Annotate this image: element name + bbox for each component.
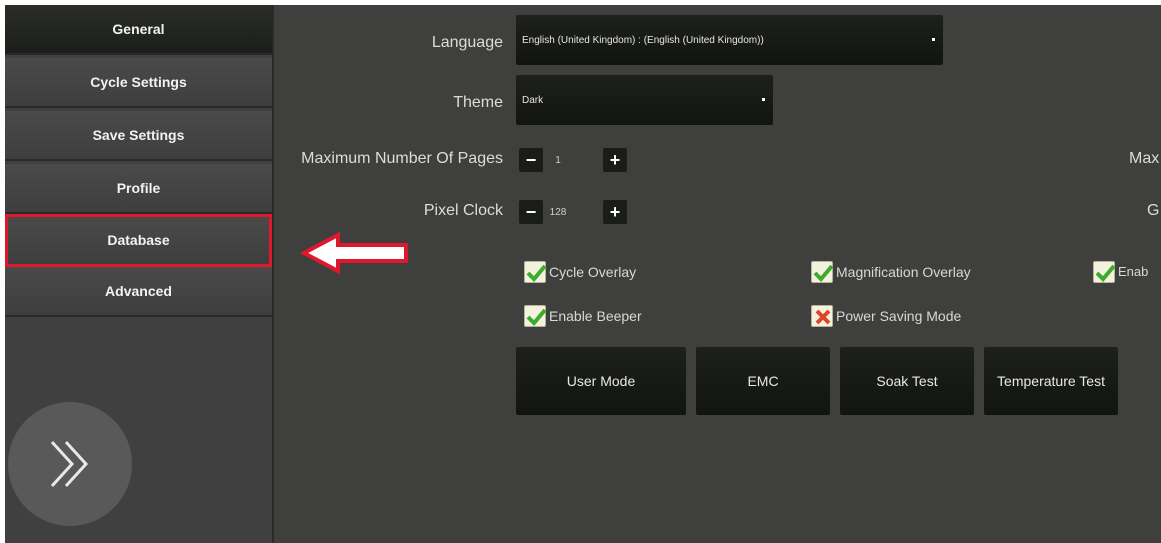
sidebar-item-label: General [112, 21, 165, 37]
sidebar-item-label: Database [107, 231, 170, 248]
checkmark-icon [526, 264, 547, 282]
power-saving-mode-label: Power Saving Mode [836, 308, 962, 324]
cycle-overlay-label: Cycle Overlay [549, 264, 637, 280]
enable-beeper-label: Enable Beeper [549, 308, 642, 324]
cycle-overlay-checkbox[interactable] [524, 261, 547, 283]
sidebar: General Cycle Settings Save Settings Pro… [5, 5, 274, 543]
sidebar-item-label: Advanced [105, 283, 172, 299]
user-mode-button[interactable]: User Mode [516, 347, 686, 415]
sidebar-item-label: Cycle Settings [90, 74, 187, 90]
enable-beeper-checkbox[interactable] [524, 305, 547, 327]
max-pages-increment-button[interactable]: + [603, 148, 627, 172]
expand-sidebar-button[interactable] [8, 402, 132, 526]
double-chevron-right-icon [50, 440, 89, 488]
power-saving-mode-checkbox[interactable] [811, 305, 833, 327]
cross-icon [815, 309, 831, 325]
pixel-clock-increment-button[interactable]: + [603, 200, 627, 224]
enable-checkbox[interactable] [1093, 261, 1116, 283]
sidebar-item-label: Profile [116, 180, 161, 196]
truncated-label-g: G [1147, 202, 1160, 219]
dropdown-caret-icon [762, 98, 765, 101]
checkmark-icon [526, 308, 547, 326]
theme-label: Theme [453, 94, 503, 111]
dropdown-caret-icon [932, 38, 935, 41]
temperature-test-button[interactable]: Temperature Test [984, 347, 1118, 415]
settings-window: General Cycle Settings Save Settings Pro… [5, 5, 1161, 543]
sidebar-item-advanced[interactable]: Advanced [5, 267, 272, 317]
sidebar-item-cycle-settings[interactable]: Cycle Settings [5, 58, 272, 108]
language-value: English (United Kingdom) : (English (Uni… [522, 34, 764, 46]
pixel-clock-label: Pixel Clock [423, 202, 503, 219]
sidebar-item-label: Save Settings [92, 127, 185, 143]
magnification-overlay-label: Magnification Overlay [836, 264, 971, 280]
theme-dropdown[interactable]: Dark [516, 75, 773, 125]
sidebar-item-general[interactable]: General [5, 5, 272, 55]
max-pages-label: Maximum Number Of Pages [301, 150, 503, 167]
max-pages-value: 1 [555, 155, 561, 166]
checkmark-icon [1095, 264, 1116, 282]
truncated-label-max: Max [1129, 150, 1160, 167]
language-dropdown[interactable]: English (United Kingdom) : (English (Uni… [516, 15, 943, 65]
enable-truncated-label: Enab [1118, 264, 1149, 279]
sidebar-item-database[interactable]: Database [5, 214, 272, 267]
emc-button[interactable]: EMC [696, 347, 830, 415]
magnification-overlay-checkbox[interactable] [811, 261, 834, 283]
pixel-clock-value: 128 [549, 207, 567, 218]
language-label: Language [431, 34, 503, 51]
general-settings-panel: Language English (United Kingdom) : (Eng… [274, 5, 1161, 543]
soak-test-button[interactable]: Soak Test [840, 347, 974, 415]
red-arrow-left-icon [300, 231, 408, 275]
pixel-clock-decrement-button[interactable]: − [519, 200, 543, 224]
theme-value: Dark [522, 94, 544, 106]
sidebar-item-save-settings[interactable]: Save Settings [5, 111, 272, 161]
max-pages-decrement-button[interactable]: − [519, 148, 543, 172]
sidebar-item-profile[interactable]: Profile [5, 164, 272, 214]
checkmark-icon [813, 264, 834, 282]
